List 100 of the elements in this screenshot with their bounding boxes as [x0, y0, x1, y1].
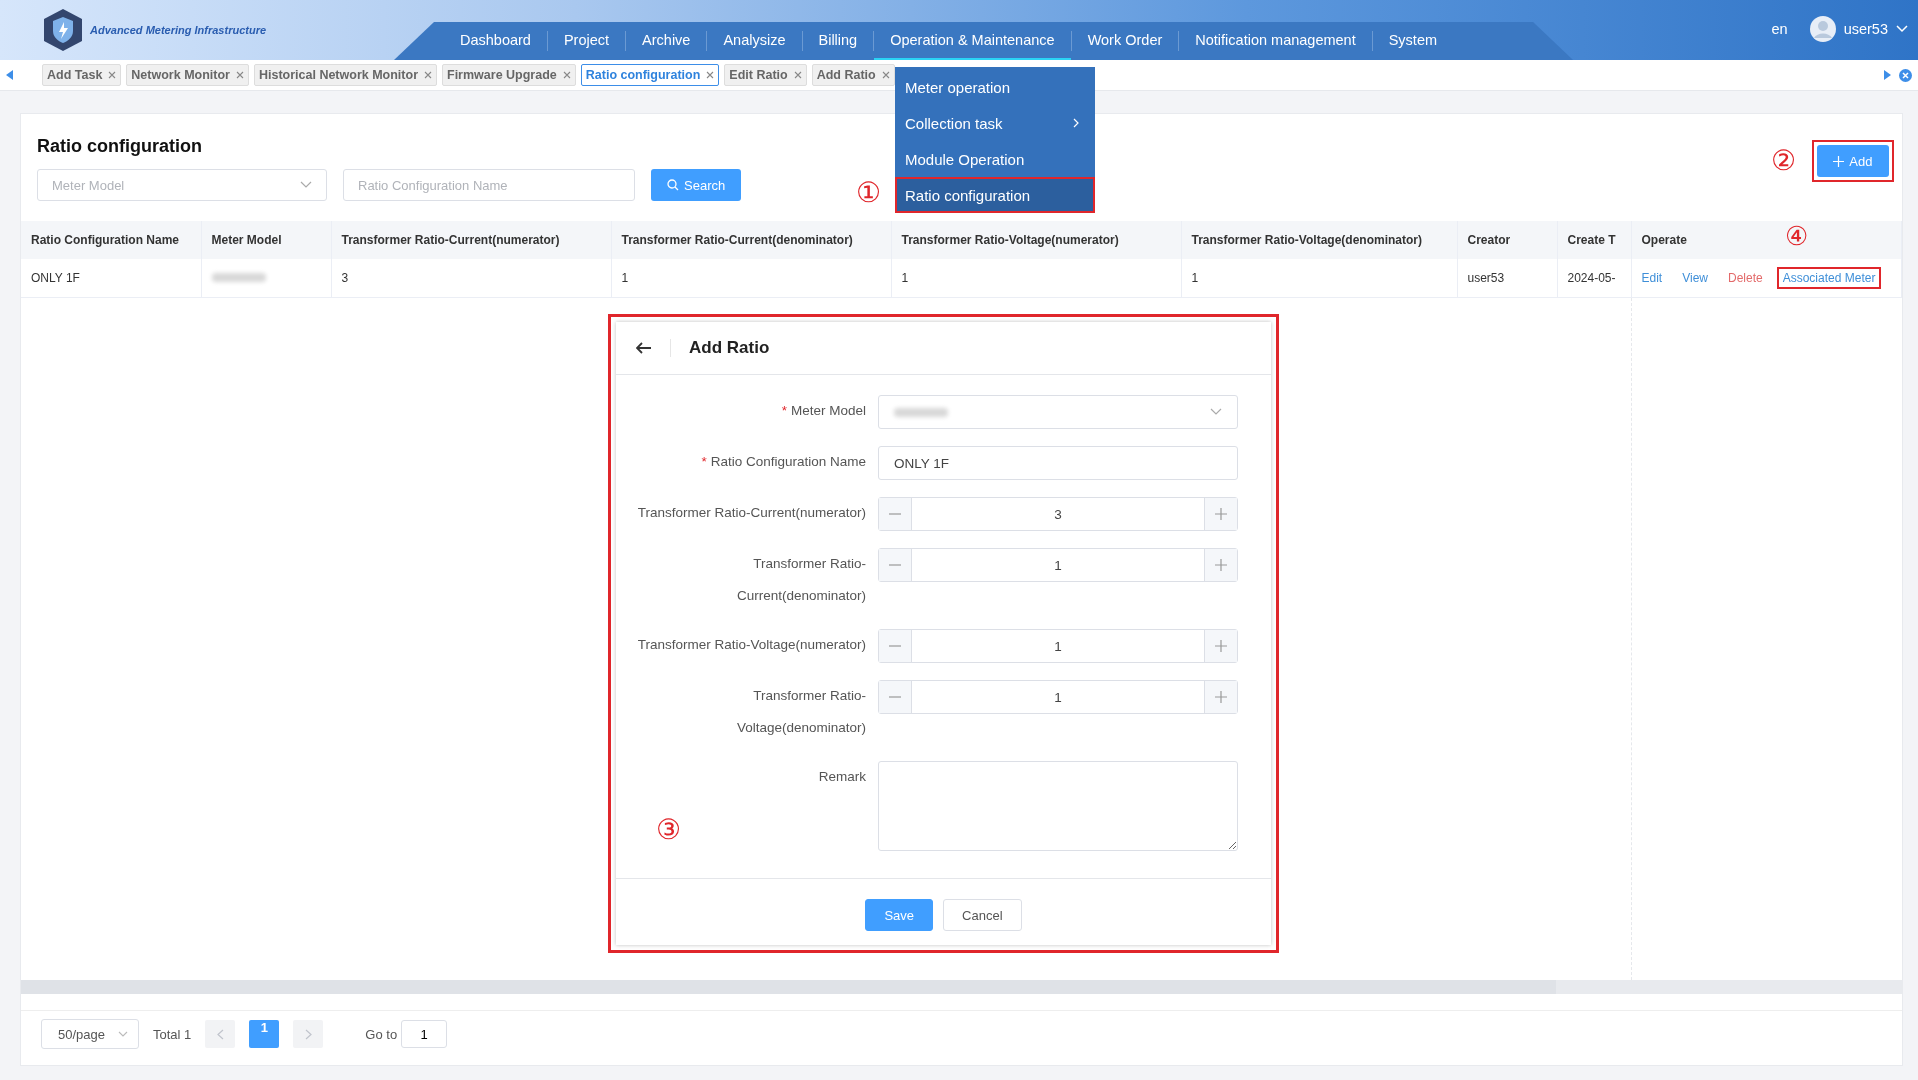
- column-header: Ratio Configuration Name: [31, 233, 179, 247]
- number-stepper[interactable]: 1: [878, 548, 1238, 582]
- table-cell: 1: [1191, 271, 1199, 285]
- number-stepper[interactable]: 3: [878, 497, 1238, 531]
- field-label: Remark: [818, 769, 866, 784]
- required-mark: *: [701, 454, 707, 469]
- column-header: Transformer Ratio-Voltage(numerator): [901, 233, 1119, 247]
- annotation-number: ③: [656, 816, 681, 844]
- scroll-left-icon[interactable]: [6, 70, 14, 80]
- field-label: Meter Model: [790, 403, 866, 418]
- language-label: en: [1771, 21, 1788, 37]
- scroll-right-icon[interactable]: [1883, 70, 1891, 80]
- nav-item[interactable]: Analysize: [707, 21, 802, 61]
- page-size-select[interactable]: 50/page: [41, 1019, 139, 1049]
- chevron-down-icon[interactable]: [1210, 408, 1222, 416]
- row-action-link[interactable]: Delete: [1728, 271, 1763, 285]
- name-input-field[interactable]: ONLY 1F: [878, 446, 1238, 480]
- page-number-button[interactable]: 1: [249, 1020, 280, 1048]
- row-action-link[interactable]: Edit: [1641, 271, 1663, 285]
- column-header: Transformer Ratio-Voltage(denominator): [1191, 233, 1422, 247]
- previous-page-button[interactable]: [205, 1020, 236, 1048]
- cancel-button[interactable]: Cancel: [943, 899, 1022, 931]
- row-action-link[interactable]: Associated Meter: [1782, 271, 1876, 285]
- chevron-down-icon[interactable]: [118, 1031, 128, 1037]
- minus-button[interactable]: [879, 681, 912, 713]
- nav-item[interactable]: System: [1372, 21, 1454, 61]
- search-button[interactable]: Search: [651, 169, 742, 201]
- user-name[interactable]: user53: [1843, 21, 1888, 37]
- minus-icon: [889, 513, 901, 515]
- goto-label: Go to: [365, 1026, 398, 1042]
- remark-textarea[interactable]: [878, 761, 1238, 851]
- plus-icon: [1215, 508, 1227, 520]
- close-icon[interactable]: [235, 71, 244, 79]
- row-action-link[interactable]: View: [1682, 271, 1708, 285]
- annotation-number: ④: [1784, 223, 1808, 249]
- close-icon[interactable]: [706, 71, 715, 79]
- column-header: Transformer Ratio-Current(numerator): [341, 233, 560, 247]
- minus-button[interactable]: [879, 549, 912, 581]
- close-icon[interactable]: [562, 71, 571, 79]
- name-search-field[interactable]: Ratio Configuration Name: [343, 169, 635, 201]
- column-header: Meter Model: [211, 233, 282, 247]
- save-button[interactable]: Save: [865, 899, 934, 931]
- minus-icon: [889, 696, 901, 698]
- table-cell: 1: [901, 271, 909, 285]
- plus-icon: [1215, 640, 1227, 652]
- close-all-icon[interactable]: [1899, 68, 1912, 82]
- field-label: Transformer Ratio-Current(numerator): [637, 505, 866, 520]
- minus-button[interactable]: [879, 498, 912, 530]
- field-label: Transformer Ratio-Current(denominator): [736, 556, 866, 603]
- menu-item[interactable]: Meter operation: [895, 69, 1095, 105]
- nav-item[interactable]: Project: [547, 21, 626, 61]
- number-stepper[interactable]: 1: [878, 680, 1238, 714]
- close-icon[interactable]: [793, 71, 802, 79]
- minus-button[interactable]: [879, 630, 912, 662]
- required-mark: *: [781, 403, 787, 418]
- menu-item[interactable]: Module Operation: [895, 141, 1095, 177]
- table-cell: ONLY 1F: [31, 271, 80, 285]
- field-label: Transformer Ratio-Voltage(numerator): [637, 637, 866, 652]
- meter-model-select[interactable]: [878, 395, 1238, 429]
- plus-icon: [1833, 155, 1845, 167]
- column-header: Operate: [1641, 233, 1687, 247]
- back-arrow-icon[interactable]: [636, 342, 652, 354]
- minus-icon: [889, 564, 901, 566]
- plus-button[interactable]: [1204, 681, 1237, 713]
- plus-button[interactable]: [1204, 549, 1237, 581]
- horizontal-scrollbar[interactable]: [21, 980, 1902, 994]
- close-icon[interactable]: [424, 71, 432, 79]
- column-header: Creator: [1467, 233, 1511, 247]
- add-button[interactable]: Add: [1817, 145, 1889, 177]
- avatar-icon: [1809, 16, 1836, 42]
- chevron-left-icon: [216, 1028, 224, 1040]
- plus-icon: [1215, 691, 1227, 703]
- nav-item[interactable]: Notification management: [1179, 21, 1372, 61]
- chevron-down-icon[interactable]: [300, 181, 312, 189]
- plus-button[interactable]: [1204, 630, 1237, 662]
- total-count: Total 1: [153, 1026, 192, 1042]
- blurred-value: [211, 273, 266, 282]
- goto-page-field[interactable]: 1: [401, 1020, 448, 1048]
- table-cell: 1: [621, 271, 629, 285]
- nav-item[interactable]: Work Order: [1071, 21, 1179, 61]
- column-header: Transformer Ratio-Current(denominator): [621, 233, 853, 247]
- close-icon[interactable]: [881, 71, 890, 79]
- nav-item[interactable]: Archive: [626, 21, 707, 61]
- column-header: Create T: [1567, 233, 1616, 247]
- chevron-right-icon: [304, 1028, 312, 1040]
- nav-item[interactable]: Dashboard: [444, 21, 547, 61]
- number-stepper[interactable]: 1: [878, 629, 1238, 663]
- close-icon[interactable]: [108, 71, 117, 79]
- table-cell: 3: [341, 271, 349, 285]
- plus-button[interactable]: [1204, 498, 1237, 530]
- menu-item[interactable]: Collection task: [895, 105, 1095, 141]
- annotation-number: ①: [856, 179, 881, 207]
- nav-item[interactable]: Billing: [802, 21, 874, 61]
- menu-item[interactable]: Ratio configuration: [895, 177, 1095, 213]
- minus-icon: [889, 645, 901, 647]
- plus-icon: [1215, 559, 1227, 571]
- annotation-number: ②: [1771, 147, 1797, 175]
- search-icon: [667, 179, 679, 191]
- table-cell: 2024-05-: [1567, 271, 1616, 285]
- next-page-button[interactable]: [293, 1020, 324, 1048]
